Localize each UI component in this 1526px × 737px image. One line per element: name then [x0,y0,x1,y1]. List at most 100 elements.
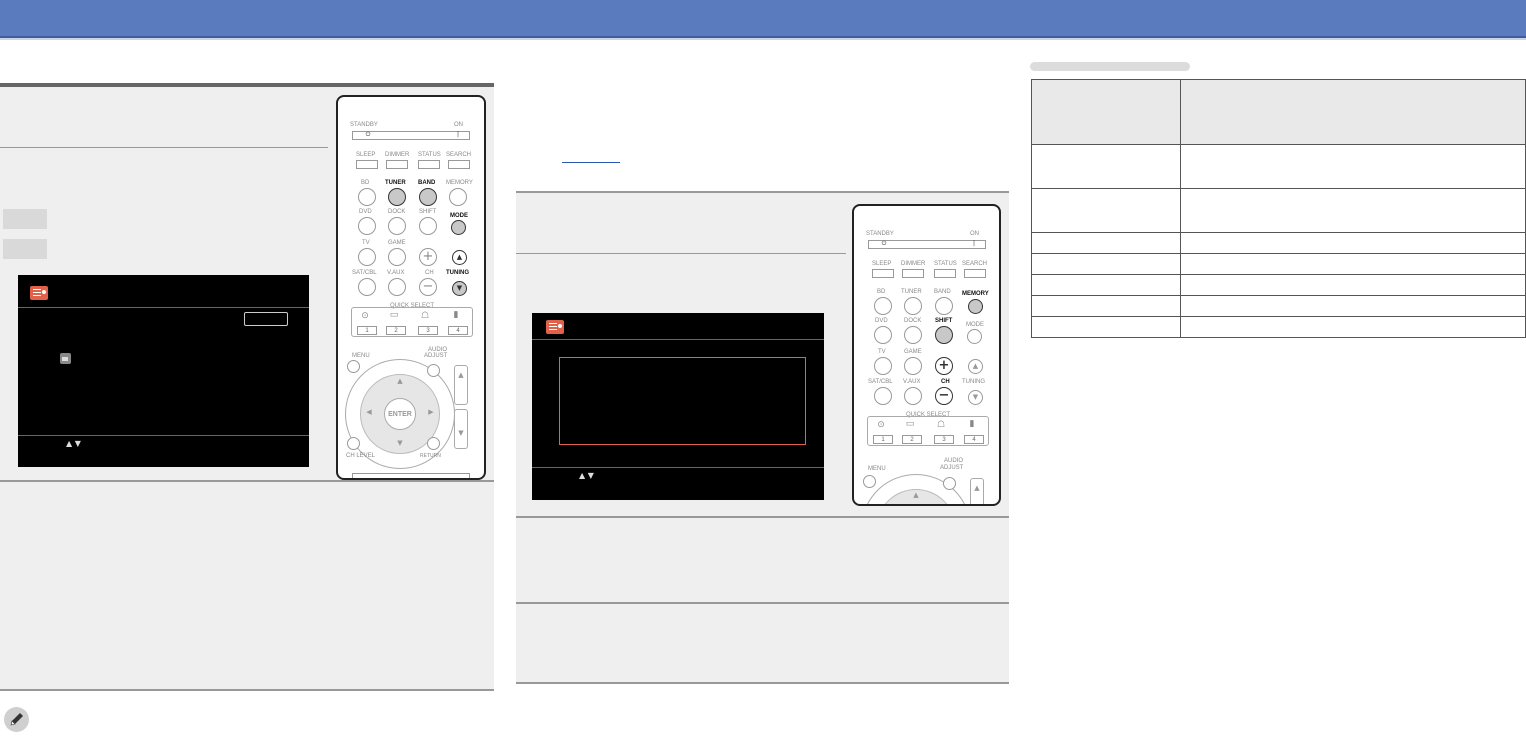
ch-level-corner-button[interactable] [347,437,360,450]
tuner-button[interactable] [904,297,922,315]
quick-select-3[interactable]: 3 [934,435,954,444]
table-cell [1031,232,1181,254]
status-label: STATUS [418,152,441,158]
middle-step-divider [516,253,846,254]
search-label: SEARCH [446,152,472,158]
tv-button[interactable] [874,357,892,375]
tuner-button[interactable] [388,188,406,206]
search-button[interactable] [964,269,986,278]
dock-label: DOCK [388,209,406,215]
dvd-button[interactable] [874,326,892,344]
mode-button[interactable] [451,220,466,235]
quick-select-1[interactable]: 1 [357,326,377,335]
volume-up-button[interactable] [970,478,984,504]
table-cell [1031,274,1181,296]
dimmer-button[interactable] [902,269,924,278]
table-row [1031,253,1526,275]
adjust-label: ADJUST [424,353,448,359]
power-icon: ⏻ [881,240,887,247]
dvd-button[interactable] [358,217,376,235]
table-header-row [1031,79,1526,145]
left-top-rule [0,83,494,87]
dimmer-button[interactable] [386,160,408,169]
v-aux-label: V.AUX [387,270,405,276]
quick-select-4[interactable]: 4 [448,326,468,335]
table-cell [1031,316,1181,338]
triangle-down-icon: ▼ [456,284,463,292]
v-aux-label: V.AUX [903,379,921,385]
quick-select-1[interactable]: 1 [873,435,893,444]
mode-label: MODE [450,213,468,219]
disc-icon: ⊙ [361,311,369,321]
search-button[interactable] [448,160,470,169]
table-row [1031,144,1526,189]
audio-adjust-corner-button[interactable] [427,364,440,377]
v-aux-button[interactable] [904,387,922,405]
quick-select-2[interactable]: 2 [902,435,922,444]
memory-button[interactable] [449,188,467,206]
standby-label: STANDBY [866,231,894,237]
audio-adjust-corner-button[interactable] [943,477,956,490]
v-aux-button[interactable] [388,278,406,296]
step-tag-2 [3,239,47,259]
dimmer-label: DIMMER [385,152,410,158]
table-row [1031,295,1526,317]
game-label: GAME [388,240,406,246]
tuner-screen-left: ▲ ▼ [18,275,309,467]
gamepad-icon: ☖ [936,420,946,430]
bd-button[interactable] [358,188,376,206]
return-corner-button[interactable] [427,437,440,450]
step-tag-1 [3,209,47,229]
tuning-label: TUNING [962,379,985,385]
status-button[interactable] [418,160,440,169]
game-button[interactable] [388,248,406,266]
sat-cbl-label: SAT/CBL [352,270,377,276]
reference-link[interactable] [562,162,620,163]
remote-control-left: STANDBY ON ⏻ | SLEEP DIMMER STATUS SEARC… [336,95,486,480]
game-button[interactable] [904,357,922,375]
band-button[interactable] [935,297,953,315]
header-divider [0,38,1526,40]
shift-button[interactable] [419,217,437,235]
menu-corner-button[interactable] [347,360,360,373]
up-down-arrows-icon: ▲ ▼ [66,439,81,448]
pc-icon: ▭ [389,310,399,320]
gamepad-icon: ☖ [420,311,430,321]
disc-icon: ⊙ [877,420,885,430]
dvd-label: DVD [875,318,888,324]
info-table [1031,79,1526,338]
quick-select-3[interactable]: 3 [418,326,438,335]
bottom-row-buttons[interactable] [352,473,470,478]
sleep-button[interactable] [356,160,378,169]
sat-cbl-button[interactable] [358,278,376,296]
band-button[interactable] [419,188,437,206]
enter-button[interactable]: ENTER [384,398,416,430]
page-header-bar [0,0,1526,38]
table-header-cell [1180,79,1526,145]
memory-label: MEMORY [446,180,473,186]
table-cell [1031,188,1181,233]
memory-button[interactable] [968,299,983,314]
tv-button[interactable] [358,248,376,266]
dock-button[interactable] [388,217,406,235]
audio-label: AUDIO [944,458,964,464]
adjust-label: ADJUST [940,465,964,471]
quick-select-4[interactable]: 4 [964,435,984,444]
screen-highlight-frame [559,357,806,445]
shift-button[interactable] [935,326,953,344]
dock-button[interactable] [904,326,922,344]
sleep-label: SLEEP [356,152,376,158]
mode-button[interactable] [967,329,982,344]
pc-icon: ▭ [905,419,915,429]
tv-label: TV [878,349,886,355]
on-mark-icon: | [972,240,976,247]
table-cell [1180,144,1526,189]
table-row [1031,188,1526,233]
sat-cbl-button[interactable] [874,387,892,405]
menu-corner-button[interactable] [863,475,876,488]
bd-button[interactable] [874,297,892,315]
left-lower-panel [0,482,494,689]
sleep-button[interactable] [872,269,894,278]
quick-select-2[interactable]: 2 [386,326,406,335]
status-button[interactable] [934,269,956,278]
